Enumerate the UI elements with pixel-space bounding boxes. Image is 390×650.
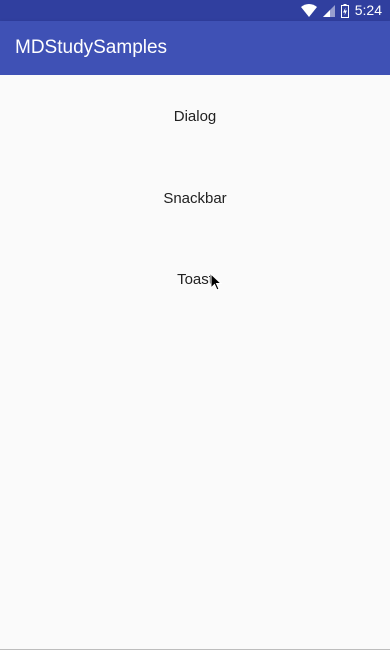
- battery-icon: [340, 3, 349, 18]
- mouse-cursor-icon: [210, 272, 223, 291]
- main-content: Dialog Snackbar Toast: [0, 75, 390, 649]
- app-title: MDStudySamples: [15, 37, 168, 58]
- wifi-icon: [300, 4, 317, 17]
- app-bar: MDStudySamples: [0, 21, 390, 75]
- snackbar-button[interactable]: Snackbar: [0, 178, 390, 218]
- dialog-button[interactable]: Dialog: [0, 96, 390, 136]
- signal-icon: [322, 4, 335, 17]
- toast-button[interactable]: Toast: [0, 259, 390, 299]
- status-time: 5:24: [354, 2, 382, 18]
- status-icons: 5:24: [300, 0, 382, 21]
- status-bar: 5:24: [0, 0, 390, 21]
